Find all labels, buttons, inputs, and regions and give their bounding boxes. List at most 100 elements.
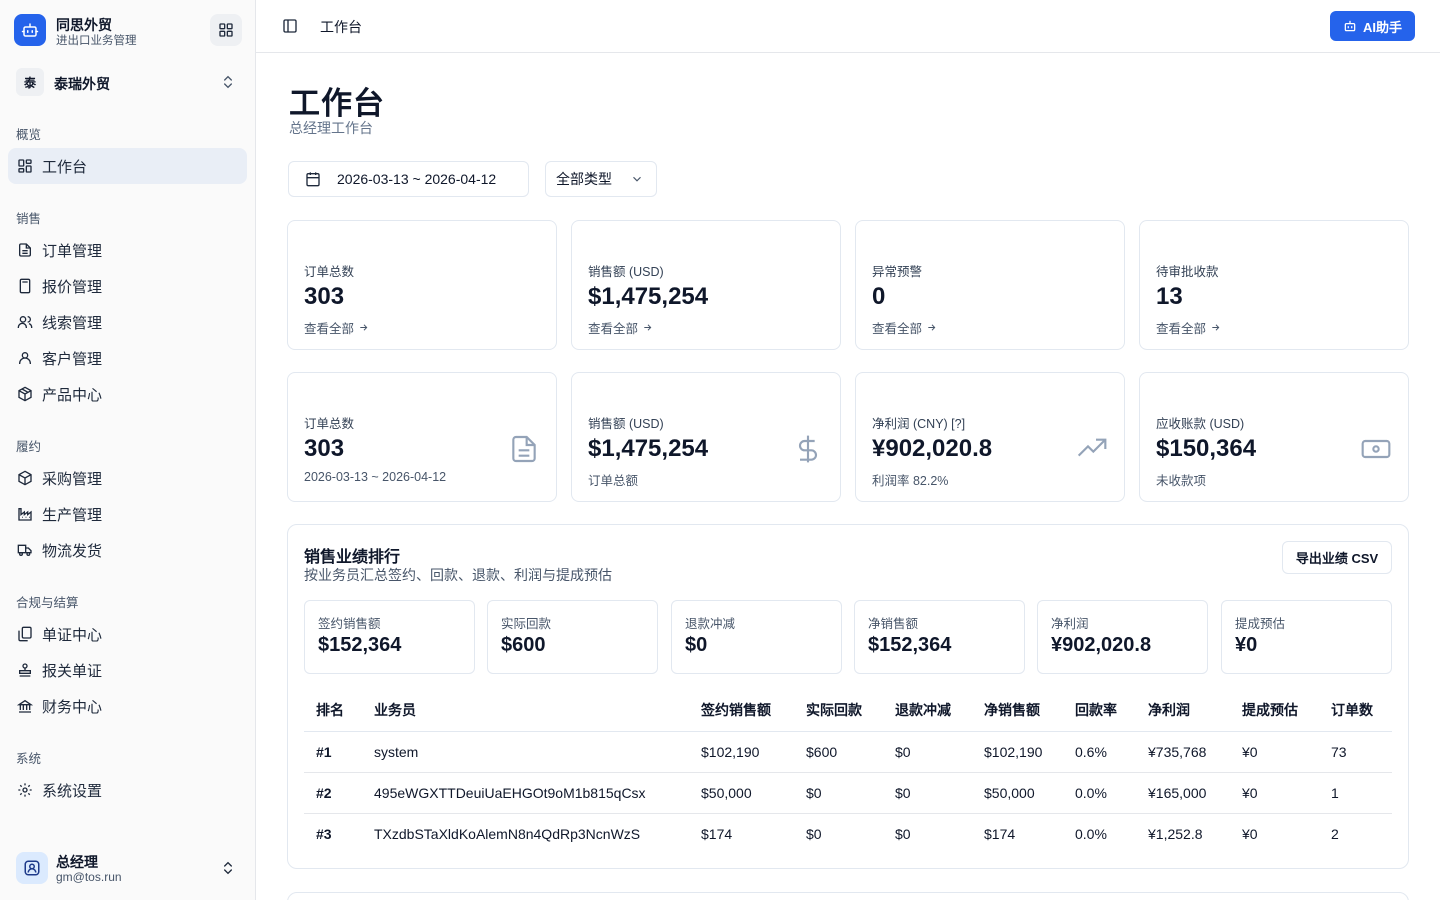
- summary-label: 实际回款: [501, 617, 552, 631]
- kpi-label: 销售额 (USD): [588, 265, 664, 279]
- sidebar-item-label: 线索管理: [42, 314, 103, 332]
- table-cell: #1: [304, 731, 374, 773]
- sidebar-item-quotes[interactable]: 报价管理: [8, 268, 247, 304]
- table-row: #2 495eWGXTTDeuiUaEHGOt9oM1b815qCsx $50,…: [304, 772, 1392, 814]
- sidebar-item-dashboard[interactable]: 工作台: [8, 148, 247, 184]
- arrow-right-icon: [360, 324, 368, 331]
- table-cell: $0: [806, 825, 822, 842]
- sidebar-item-customs[interactable]: 报关单证: [8, 652, 247, 688]
- summary-value: $152,364: [318, 634, 402, 656]
- kpi-foot: 未收款项: [1156, 474, 1207, 488]
- sidebar-item-label: 报关单证: [42, 662, 103, 680]
- kpi-value: 0: [872, 283, 886, 310]
- summary-card: 退款冲减 $0: [671, 600, 842, 674]
- sidebar-toggle-button[interactable]: [282, 18, 298, 34]
- view-all-link[interactable]: 查看全部: [1156, 318, 1221, 337]
- factory-icon: [18, 508, 32, 521]
- column-header: 实际回款: [806, 689, 895, 732]
- sidebar-item-label: 生产管理: [42, 506, 103, 524]
- table-cell: ¥735,768: [1148, 731, 1242, 773]
- table-cell: system: [374, 731, 701, 773]
- summary-value: $600: [501, 634, 546, 656]
- column-header: 退款冲减: [895, 689, 984, 732]
- topbar: 工作台 AI助手: [256, 0, 1440, 53]
- view-all-link[interactable]: 查看全部: [588, 318, 653, 337]
- sidebar-item-documents[interactable]: 单证中心: [8, 616, 247, 652]
- brand-subtitle: 进出口业务管理: [56, 35, 137, 47]
- sidebar-item-purchasing[interactable]: 采购管理: [8, 460, 247, 496]
- trending-up-icon: [1077, 438, 1107, 457]
- export-csv-button[interactable]: 导出业绩 CSV: [1282, 541, 1392, 574]
- arrow-right-icon: [1212, 324, 1220, 331]
- sidebar-item-leads[interactable]: 线索管理: [8, 304, 247, 340]
- sidebar-item-label: 报价管理: [42, 278, 103, 296]
- date-range-picker[interactable]: 2026-03-13 ~ 2026-04-12: [288, 161, 529, 197]
- summary-value: $152,364: [868, 634, 952, 656]
- view-all-label: 查看全部: [588, 322, 639, 336]
- sidebar-item-products[interactable]: 产品中心: [8, 376, 247, 412]
- summary-value: ¥902,020.8: [1051, 634, 1152, 656]
- sidebar-item-customers[interactable]: 客户管理: [8, 340, 247, 376]
- dashboard-icon: [18, 159, 32, 173]
- column-header: 订单数: [1331, 689, 1392, 732]
- sidebar-item-label: 工作台: [42, 158, 88, 176]
- user-menu[interactable]: 总经理 gm@tos.run: [14, 850, 244, 886]
- sidebar-item-orders[interactable]: 订单管理: [8, 232, 247, 268]
- sidebar-item-label: 采购管理: [42, 470, 103, 488]
- view-all-label: 查看全部: [872, 322, 923, 336]
- summary-card: 提成预估 ¥0: [1221, 600, 1392, 674]
- kpi-card-sales: 销售额 (USD) $1,475,254 查看全部: [571, 220, 841, 350]
- view-all-link[interactable]: 查看全部: [872, 318, 937, 337]
- table-row: #3 TXzdbSTaXldKoAlemN8n4QdRp3NcnWzS $174…: [304, 813, 1392, 854]
- table-cell: $174: [984, 825, 1016, 842]
- table-cell: $0: [895, 731, 984, 773]
- type-select[interactable]: 全部类型: [545, 161, 657, 197]
- user-name: 总经理: [56, 854, 98, 870]
- ai-assistant-button[interactable]: AI助手: [1330, 11, 1415, 41]
- app-grid-button[interactable]: [210, 14, 242, 46]
- sidebar-item-production[interactable]: 生产管理: [8, 496, 247, 532]
- sales-ranking-panel: 销售业绩排行 按业务员汇总签约、回款、退款、利润与提成预估 导出业绩 CSV 签…: [287, 524, 1409, 869]
- table-cell: #2: [304, 772, 374, 814]
- user-icon: [19, 352, 31, 364]
- company-switcher[interactable]: 泰 泰瑞外贸: [14, 66, 244, 98]
- table-row: #1 system $102,190 $600 $0 $102,190 0.6%…: [304, 731, 1392, 773]
- sidebar-item-finance[interactable]: 财务中心: [8, 688, 247, 724]
- column-header: 净利润: [1148, 689, 1242, 732]
- arrow-right-icon: [644, 324, 652, 331]
- ai-assistant-label: AI助手: [1362, 19, 1402, 35]
- kpi-foot: 2026-03-13 ~ 2026-04-12: [304, 470, 447, 484]
- ranking-table: 排名 业务员 签约销售额 实际回款 退款冲减 净销售额 回款率 净利润 提成预估…: [304, 689, 1392, 854]
- robot-icon: [14, 14, 46, 46]
- column-header: 提成预估: [1242, 689, 1331, 732]
- sidebar-item-settings[interactable]: 系统设置: [8, 772, 247, 808]
- view-all-label: 查看全部: [304, 322, 355, 336]
- sidebar-item-logistics[interactable]: 物流发货: [8, 532, 247, 568]
- table-cell: 0.0%: [1075, 772, 1148, 814]
- summary-card: 净销售额 $152,364: [854, 600, 1025, 674]
- grid-icon: [219, 23, 233, 37]
- documents-icon: [18, 626, 32, 642]
- kpi-label: 订单总数: [304, 265, 355, 279]
- column-header: 排名: [304, 689, 374, 732]
- summary-label: 净利润: [1051, 617, 1089, 631]
- calculator-icon: [19, 278, 31, 294]
- truck-icon: [17, 544, 32, 556]
- summary-label: 净销售额: [868, 617, 919, 631]
- nav-group-label: 系统: [16, 752, 42, 766]
- kpi-foot: 订单总额: [588, 474, 639, 488]
- view-all-link[interactable]: 查看全部: [304, 318, 369, 337]
- gear-icon: [18, 783, 32, 797]
- type-select-value: 全部类型: [556, 171, 612, 187]
- sidebar-item-label: 财务中心: [42, 698, 103, 716]
- page-title: 工作台: [289, 86, 385, 121]
- table-cell: $600: [806, 731, 895, 773]
- table-cell: ¥0: [1242, 825, 1258, 842]
- kpi-card-receivables: 应收账款 (USD) $150,364 未收款项: [1139, 372, 1409, 502]
- table-cell: $0: [895, 772, 984, 814]
- sidebar-item-label: 产品中心: [42, 386, 103, 404]
- kpi-label: 销售额 (USD): [588, 417, 664, 431]
- table-cell: $102,190: [701, 731, 806, 773]
- date-range-value: 2026-03-13 ~ 2026-04-12: [337, 171, 497, 187]
- summary-card: 签约销售额 $152,364: [304, 600, 475, 674]
